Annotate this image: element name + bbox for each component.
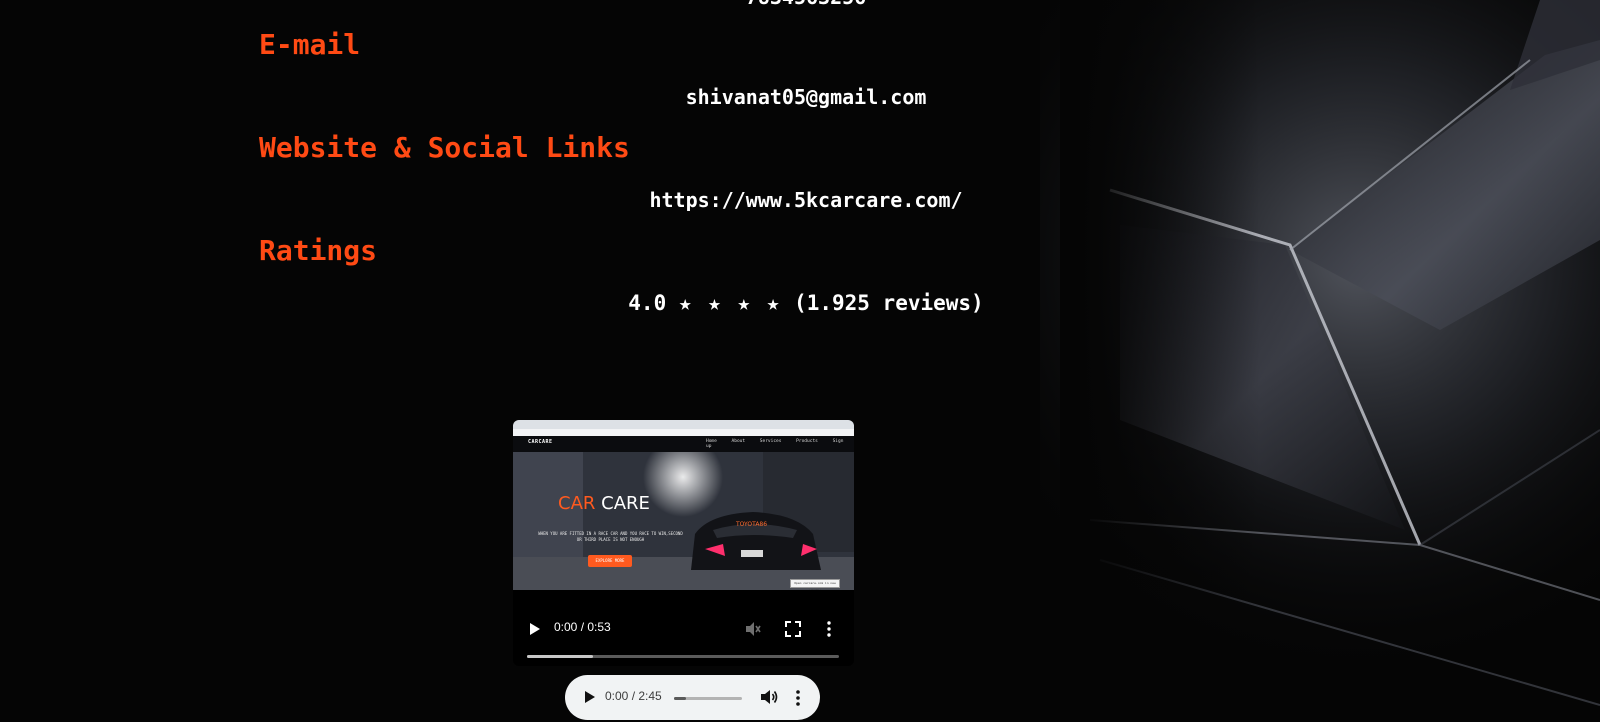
more-vertical-icon[interactable] [825, 620, 833, 638]
ratings-heading: Ratings [259, 234, 378, 267]
audio-time: 0:00 / 2:45 [605, 689, 662, 703]
audio-player[interactable]: 0:00 / 2:45 [565, 675, 820, 720]
preview-brand: CARCARE [528, 439, 553, 445]
website-link: https://www.5kcarcare.com/ [0, 187, 1600, 213]
video-time: 0:00 / 0:53 [554, 620, 611, 634]
video-player[interactable]: CARCARE Home About Services Products Sig… [513, 420, 854, 666]
play-icon[interactable] [582, 690, 596, 704]
video-preview-frame[interactable]: CARCARE Home About Services Products Sig… [513, 420, 854, 590]
email-heading: E-mail [259, 28, 361, 61]
preview-browser-bar [513, 420, 854, 429]
phone-value: 7834563256 [0, 0, 1600, 10]
more-vertical-icon[interactable] [794, 688, 802, 708]
email-value[interactable]: shivanat05@gmail.com [0, 84, 1600, 110]
video-controls: 0:00 / 0:53 [513, 616, 854, 666]
audio-progress-fill [674, 697, 687, 700]
website-url-link[interactable]: https://www.5kcarcare.com/ [649, 188, 962, 212]
preview-title-accent: CAR [558, 493, 596, 514]
preview-tabs-bar [513, 429, 854, 436]
video-progress-fill [527, 655, 593, 658]
rating-stars: ★ ★ ★ ★ [678, 291, 782, 315]
video-progress-bar[interactable] [527, 655, 839, 658]
preview-caption: Open carcare.com in new window [790, 579, 840, 590]
fullscreen-icon[interactable] [784, 620, 802, 638]
website-heading: Website & Social Links [259, 131, 630, 164]
preview-title-rest: CARE [601, 493, 650, 514]
preview-car-illustration: TOYOTA86 [513, 452, 854, 590]
preview-tagline: WHEN YOU ARE FITTED IN A RACE CAR AND YO… [538, 531, 683, 542]
preview-nav-links: Home About Services Products Sign up [706, 439, 844, 449]
preview-explore-button: EXPLORE MORE [588, 555, 632, 567]
preview-title: CAR CARE [558, 493, 650, 514]
rating-line: 4.0 ★ ★ ★ ★ (1.925 reviews) [0, 290, 1600, 316]
car-care-contact-page: 7834563256 E-mail shivanat05@gmail.com W… [0, 0, 1600, 722]
muted-speaker-icon[interactable] [744, 620, 762, 638]
preview-plate: TOYOTA86 [735, 521, 767, 528]
volume-icon[interactable] [759, 687, 779, 707]
audio-progress-bar[interactable] [674, 697, 742, 700]
rating-reviews: (1.925 reviews) [794, 291, 984, 315]
rating-score: 4.0 [628, 291, 667, 315]
play-icon[interactable] [527, 622, 541, 636]
